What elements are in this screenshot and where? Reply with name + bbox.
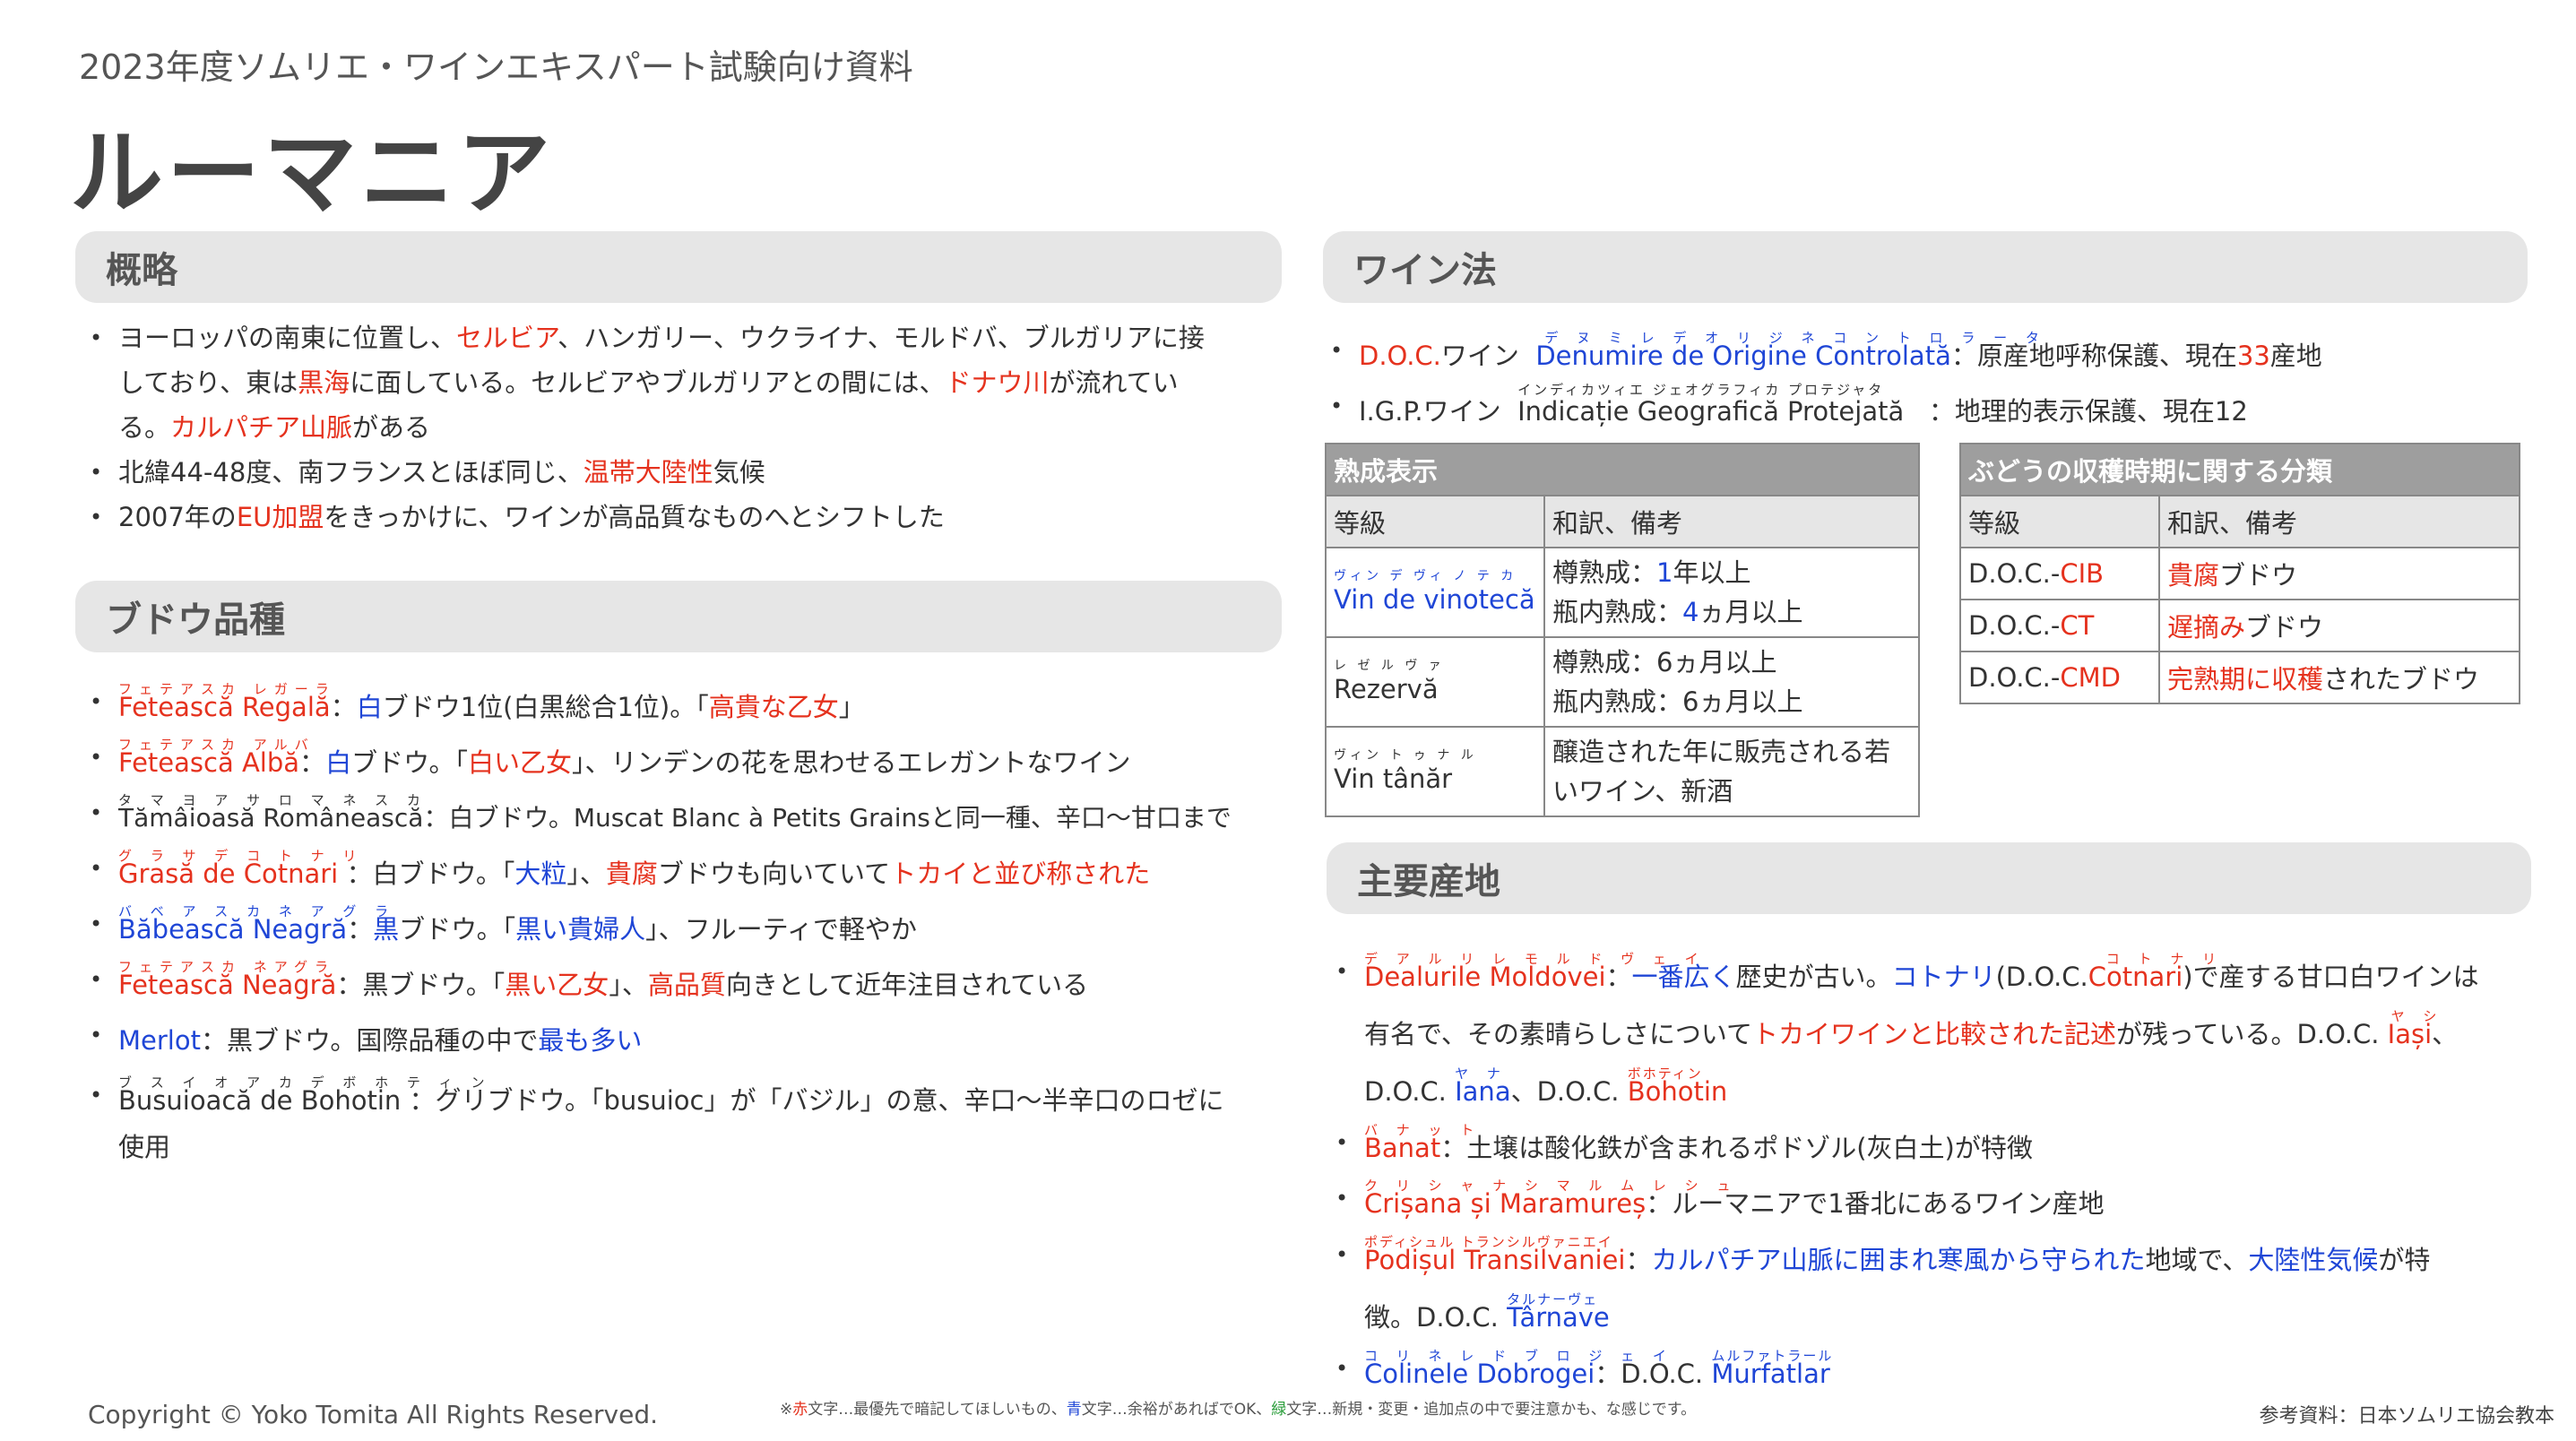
table-row: D.O.C.-CIB 貴腐ブドウ [1959, 547, 2520, 600]
section-grapes-header: ブドウ品種 [75, 581, 1282, 652]
column-header: 和訳、備考 [1543, 495, 1920, 548]
list-item: D.O.C.ワイン デ ヌ ミ レ デ オ リ ジ ネ コ ン ト ロ ラ ー … [1325, 330, 2526, 393]
aging-table: 熟成表示 等級 和訳、備考 ヴィン デ ヴィ ノ テ カ Vin de vinote… [1325, 443, 1920, 817]
list-item: コ リ ネ レ ド ブ ロ ジ ェ イColinele Dobrogei：D.O… [1330, 1341, 2513, 1402]
section-regions-header: 主要産地 [1327, 842, 2531, 914]
column-header: 等級 [1959, 495, 2160, 548]
list-item: I.G.P.ワイン インディカツィエ ジェオグラフィカ プロテジャタIndica… [1325, 382, 2526, 430]
section-title: ブドウ品種 [106, 600, 285, 641]
section-law-header: ワイン法 [1323, 231, 2528, 303]
grape-list: フェテアスカ レガーラFetească Regală：白ブドウ1位(白黒総合1位… [84, 681, 1285, 1170]
list-item: 2007年のEU加盟をきっかけに、ワインが高品質なものへとシフトした [84, 495, 1267, 539]
page-title: ルーマニア [70, 118, 555, 228]
harvest-table: ぶどうの収穫時期に関する分類 等級 和訳、備考 D.O.C.-CIB 貴腐ブドウ D… [1959, 443, 2520, 704]
overview-list: ヨーロッパの南東に位置し、セルビア、ハンガリー、ウクライナ、モルドバ、ブルガリア… [84, 315, 1267, 539]
region-list: デ ア ル リ レ モ ル ド ヴ ェ イDealurile Moldovei：… [1330, 943, 2513, 1402]
table-row: ヴィン デ ヴィ ノ テ カ Vin de vinotecă 樽熟成：1年以上 瓶内熟… [1325, 547, 1920, 638]
law-list: D.O.C.ワイン デ ヌ ミ レ デ オ リ ジ ネ コ ン ト ロ ラ ー … [1325, 330, 2526, 430]
table-row: D.O.C.-CT 遅摘みブドウ [1959, 599, 2520, 652]
copyright: Copyright © Yoko Tomita All Rights Reser… [88, 1400, 659, 1429]
table-row: レ ゼ ル ヴ ァ Rezervă 樽熟成：6ヵ月以上 瓶内熟成：6ヵ月以上 [1325, 636, 1920, 728]
grape-name: Merlot [118, 1025, 201, 1056]
section-title: ワイン法 [1353, 250, 1497, 291]
reference-note: 参考資料：日本ソムリエ協会教本 [2259, 1405, 2554, 1428]
section-title: 主要産地 [1357, 861, 1500, 902]
list-item: デ ア ル リ レ モ ル ド ヴ ェ イDealurile Moldovei：… [1330, 943, 2513, 1120]
list-item: 北緯44-48度、南フランスとほぼ同じ、温帯大陸性気候 [84, 450, 1267, 495]
color-legend: ※赤文字…最優先で暗記してほしいもの、青文字…余裕があればでOK、緑文字…新規・… [780, 1401, 1697, 1419]
table-caption: ぶどうの収穫時期に関する分類 [1959, 443, 2520, 496]
column-header: 和訳、備考 [2158, 495, 2520, 548]
table-caption: 熟成表示 [1325, 443, 1920, 496]
list-item: フェテアスカ ネアグラFetească Neagră：黒ブドウ。「黒い乙女」、高… [84, 959, 1285, 1022]
list-item: ヨーロッパの南東に位置し、セルビア、ハンガリー、ウクライナ、モルドバ、ブルガリア… [84, 315, 1267, 450]
section-title: 概略 [106, 250, 177, 291]
column-header: 等級 [1325, 495, 1545, 548]
table-row: D.O.C.-CMD 完熟期に収穫されたブドウ [1959, 651, 2520, 704]
document-subtitle: 2023年度ソムリエ・ワインエキスパート試験向け資料 [79, 47, 913, 87]
section-overview-header: 概略 [75, 231, 1282, 303]
list-item: ブ ス イ オ ア カ デ ボ ホ テ ィ ンBusuioacă de Boho… [84, 1072, 1285, 1170]
table-row: ヴィン ト ゥ ナ ル Vin tânăr 醸造された年に販売される若 いワイン、新酒 [1325, 726, 1920, 817]
